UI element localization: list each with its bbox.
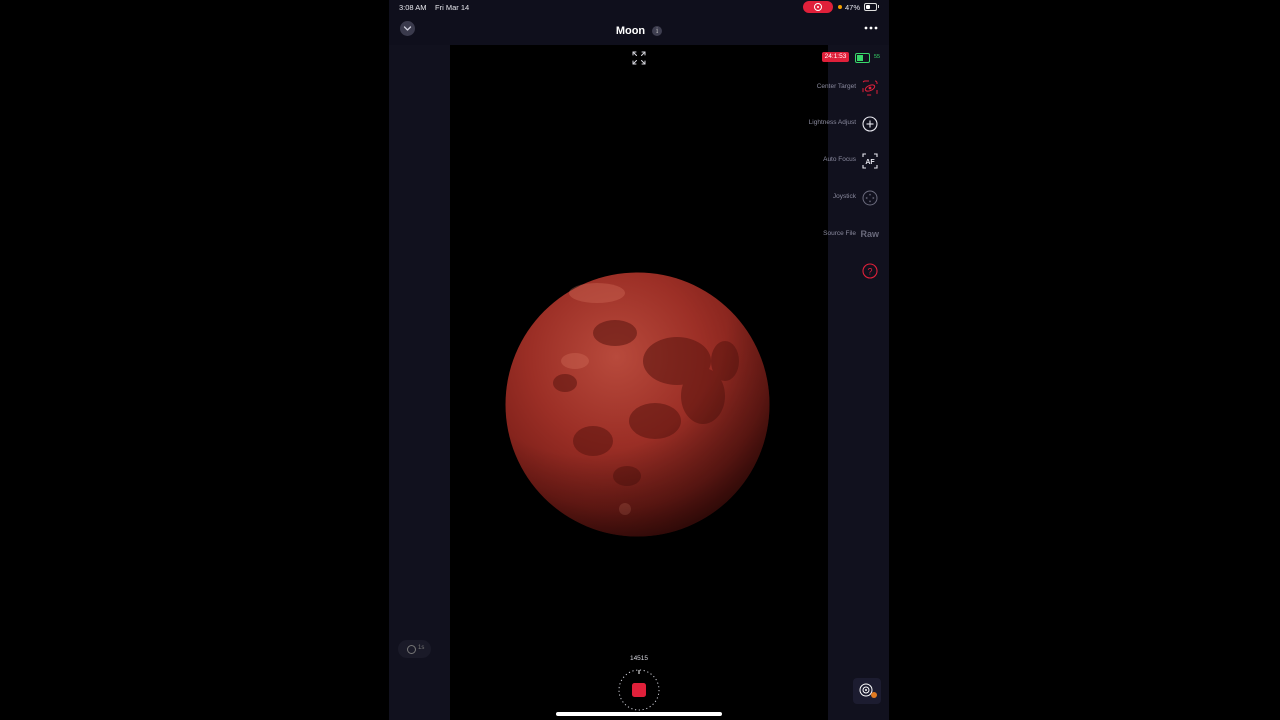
left-panel [389,45,450,720]
help-icon[interactable]: ? [861,262,879,280]
moon-image [505,272,770,537]
source-file-value[interactable]: Raw [860,229,879,239]
control-lightness-adjust[interactable]: Lightness Adjust [789,115,879,133]
header: Moon i [389,21,889,39]
screen-recording-indicator[interactable] [803,1,833,13]
control-label: Lightness Adjust [808,119,856,126]
ellipsis-icon [864,26,878,30]
telescope-battery-fill [857,55,863,61]
battery-percent: 47% [845,3,861,12]
control-label: Auto Focus [823,156,856,163]
more-options-button[interactable] [863,22,879,34]
gallery-button[interactable] [853,678,881,704]
exposure-value: 1s [418,645,425,651]
page-title: Moon [615,25,646,37]
joystick-icon[interactable] [861,189,879,207]
battery-icon [864,3,879,11]
svg-text:AF: AF [865,159,875,166]
status-bar: 3:08 AM Fri Mar 14 47% [389,0,889,14]
status-time: 3:08 AM [399,3,427,12]
center-target-icon[interactable] [861,79,879,97]
control-label: Joystick [832,193,856,200]
control-label: Center Target [816,83,856,90]
control-auto-focus[interactable]: Auto Focus AF [799,152,879,170]
privacy-indicator-dot [838,5,842,9]
stop-recording-icon [632,683,646,697]
seestar-app-window: 3:08 AM Fri Mar 14 47% Moon i 24:1:53 55… [389,0,889,720]
info-icon[interactable]: i [652,26,663,36]
right-panel [828,45,889,720]
capture-timer-badge: 24:1:53 [822,52,849,62]
control-joystick[interactable]: Joystick [809,189,879,207]
gallery-thumbnail-icon [859,683,877,698]
control-center-target[interactable]: Center Target [799,79,879,97]
stop-capture-button[interactable] [617,668,661,712]
battery-fill [866,5,871,9]
frame-count: 14515 [629,655,649,662]
svg-text:?: ? [867,267,872,277]
control-label: Source File [823,230,856,237]
plus-circle-icon[interactable] [861,115,879,133]
fullscreen-expand-icon[interactable] [632,51,646,65]
record-icon [814,3,822,11]
home-indicator[interactable] [556,712,722,716]
help-button[interactable]: ? [861,262,879,280]
status-date: Fri Mar 14 [435,3,470,12]
timer-icon [407,645,416,654]
autofocus-icon[interactable]: AF [861,152,879,170]
control-source-file[interactable]: Source File Raw [799,226,879,244]
telescope-battery-value: 55 [874,54,881,60]
telescope-battery-icon [855,53,870,63]
